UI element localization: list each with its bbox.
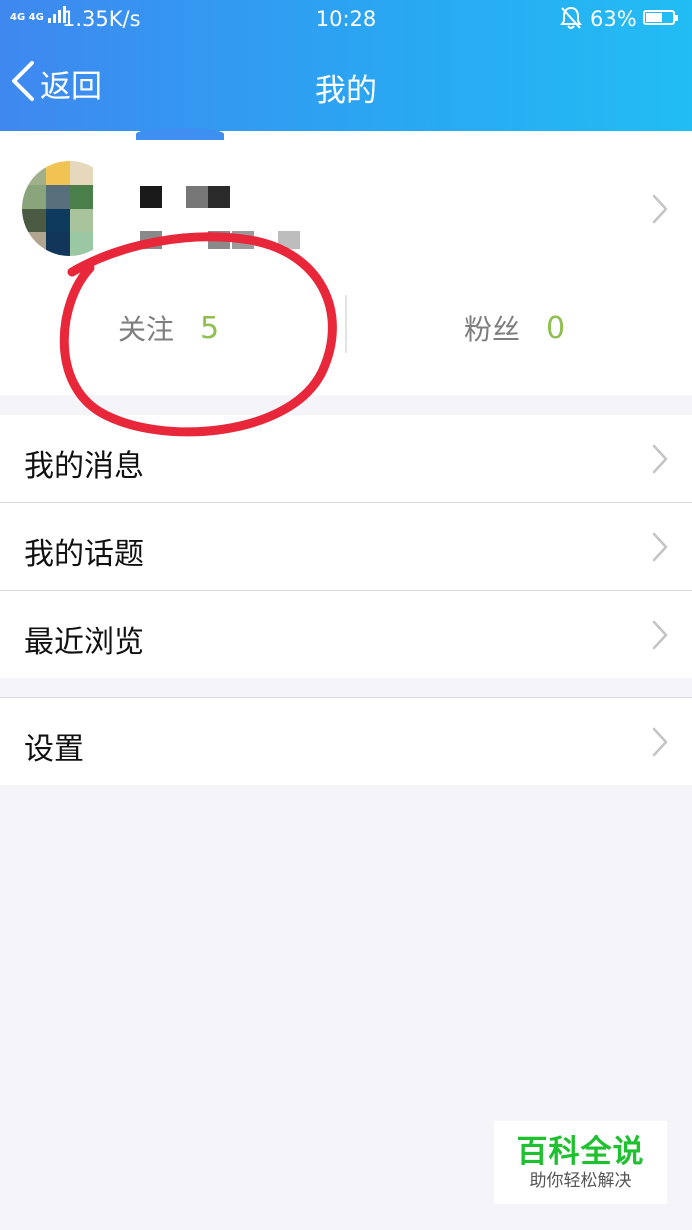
app-header: 4G 4G 1.35K/s 10:28 63% 返回 我的 bbox=[0, 0, 692, 131]
followers-count: 0 bbox=[546, 310, 566, 346]
watermark-logo: 百科全说 助你轻松解决 bbox=[494, 1121, 667, 1204]
profile-card[interactable]: 关注 5 粉丝 0 bbox=[0, 131, 692, 395]
menu-item-label: 最近浏览 bbox=[24, 625, 144, 660]
following-stat[interactable]: 关注 5 bbox=[118, 306, 219, 350]
menu-item-label: 我的消息 bbox=[24, 449, 144, 484]
followers-stat[interactable]: 粉丝 0 bbox=[464, 306, 565, 350]
following-label: 关注 bbox=[118, 313, 175, 346]
nav-bar: 返回 我的 bbox=[0, 38, 692, 131]
menu-item-label: 设置 bbox=[24, 732, 84, 767]
battery-percent: 63% bbox=[590, 7, 637, 31]
bell-muted-icon bbox=[560, 6, 582, 29]
watermark-subtitle: 助你轻松解决 bbox=[529, 1171, 632, 1191]
page-title: 我的 bbox=[315, 73, 377, 109]
menu-item-my-messages[interactable]: 我的消息 bbox=[0, 415, 692, 502]
watermark-title: 百科全说 bbox=[516, 1134, 645, 1170]
followers-label: 粉丝 bbox=[464, 313, 521, 346]
chevron-right-icon bbox=[650, 619, 670, 651]
menu-item-label: 我的话题 bbox=[24, 537, 144, 572]
battery-level bbox=[646, 13, 663, 22]
clock: 10:28 bbox=[315, 7, 377, 31]
username-pixelated bbox=[140, 183, 310, 253]
header-notch bbox=[136, 128, 224, 140]
chevron-right-icon bbox=[650, 726, 670, 758]
chevron-right-icon bbox=[650, 193, 670, 225]
chevron-right-icon bbox=[650, 531, 670, 563]
status-bar: 4G 4G 1.35K/s 10:28 63% bbox=[0, 0, 692, 38]
chevron-right-icon bbox=[650, 443, 670, 475]
menu-item-settings[interactable]: 设置 bbox=[0, 698, 692, 785]
following-count: 5 bbox=[200, 310, 220, 346]
menu-item-recent-browse[interactable]: 最近浏览 bbox=[0, 591, 692, 678]
battery-icon bbox=[643, 10, 678, 25]
stats-divider bbox=[345, 295, 347, 353]
menu-item-my-topics[interactable]: 我的话题 bbox=[0, 503, 692, 590]
avatar[interactable] bbox=[22, 161, 117, 256]
